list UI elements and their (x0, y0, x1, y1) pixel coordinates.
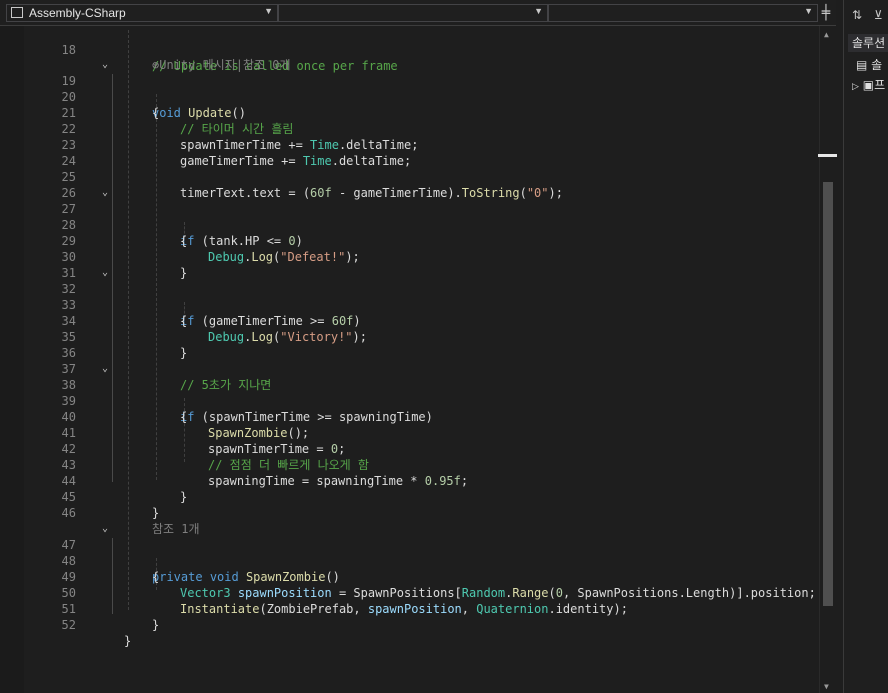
fold-chevron-icon[interactable]: ⌄ (102, 265, 114, 281)
code-line: 40 SpawnZombie(); (24, 393, 819, 440)
sync-icon[interactable]: ⇅ (852, 8, 862, 22)
code-line: 37 // 5초가 지나면 (24, 345, 819, 392)
tree-item-project[interactable]: ▷ ▣프 (852, 76, 885, 93)
code-line: 18 // Update is called once per frame (24, 26, 819, 73)
fold-chevron-icon[interactable]: ⌄ (102, 361, 114, 377)
project-dropdown[interactable]: Assembly-CSharp ▼ (6, 4, 278, 22)
code-line: 22 spawnTimerTime += Time.deltaTime; (24, 105, 819, 152)
code-line: 45 } (24, 473, 819, 520)
code-line: 46 (24, 489, 819, 520)
code-line: 20 { (24, 73, 819, 120)
code-line: 21 // 타이머 시간 흘림 (24, 89, 819, 136)
code-line: 19 ⌄ void Update() (24, 57, 819, 120)
codelens-hint[interactable]: 참조 1개 (24, 505, 819, 536)
chevron-down-icon: ▼ (534, 6, 543, 16)
project-dropdown-label: Assembly-CSharp (29, 6, 126, 20)
code-line: 33 { (24, 281, 819, 328)
code-line: 27 ⌄ if (tank.HP <= 0) (24, 185, 819, 248)
code-text: } (152, 618, 160, 632)
project-icon: ▣ (862, 78, 875, 92)
solution-icon: ▤ (856, 58, 868, 72)
code-line: 26 (24, 169, 819, 200)
code-line: 52 } (24, 601, 819, 648)
code-line: 36 (24, 329, 819, 360)
code-line: 29 Debug.Log("Defeat!"); (24, 217, 819, 264)
codelens-hint[interactable]: ⊛Unity 메시지|참조 0개 (24, 41, 819, 72)
code-text: } (124, 634, 132, 648)
code-line: 50 Instantiate(ZombiePrefab, spawnPositi… (24, 569, 819, 616)
tree-item-solution[interactable]: ▤ 솔 (856, 56, 882, 73)
code-line: 28 { (24, 201, 819, 248)
fold-chevron-icon[interactable]: ⌄ (102, 521, 114, 537)
code-line: 30 } (24, 233, 819, 280)
fold-chevron-icon[interactable]: ⌄ (102, 185, 114, 201)
code-line: 47 ⌄ private void SpawnZombie() (24, 521, 819, 584)
code-line: 49 Vector3 spawnPosition = SpawnPosition… (24, 553, 819, 600)
member-dropdown[interactable]: ▼ (548, 4, 818, 22)
split-window-button[interactable]: ╪ (818, 5, 834, 21)
code-line: 51 } (24, 585, 819, 632)
scroll-up-icon[interactable]: ▲ (824, 30, 829, 39)
chevron-down-icon: ▼ (264, 6, 273, 16)
solution-search-box[interactable]: 솔루션 (848, 34, 888, 52)
expand-arrow-icon[interactable]: ▷ (852, 82, 859, 92)
filter-icon[interactable]: ⊻ (874, 8, 883, 22)
code-line: 43 spawningTime = spawningTime * 0.95f; (24, 441, 819, 488)
code-line: 39 { (24, 377, 819, 424)
code-line: 48 { (24, 537, 819, 584)
solution-explorer-panel: ⇅ ⊻ 솔루션 ▤ 솔 ▷ ▣프 (843, 0, 888, 693)
fold-chevron-icon[interactable]: ⌄ (102, 57, 114, 73)
code-line: 44 } (24, 457, 819, 504)
code-line: 34 Debug.Log("Victory!"); (24, 297, 819, 344)
code-line: 24 (24, 137, 819, 168)
caret-position-marker (818, 154, 837, 157)
vertical-scrollbar[interactable]: ▲ ▼ (818, 26, 837, 693)
tree-item-label: 솔 (871, 58, 883, 72)
code-line: 42 // 점점 더 빠르게 나오게 함 (24, 425, 819, 472)
scrollbar-thumb[interactable] (823, 182, 833, 606)
csharp-project-icon (11, 7, 23, 18)
code-line: 35 } (24, 313, 819, 360)
code-line: 23 gameTimerTime += Time.deltaTime; (24, 121, 819, 168)
code-line: 31 (24, 249, 819, 280)
scroll-down-icon[interactable]: ▼ (824, 682, 829, 691)
code-line: 41 spawnTimerTime = 0; (24, 409, 819, 456)
navigation-bar: Assembly-CSharp ▼ ▼ ▼ ╪ (0, 0, 836, 26)
tree-item-label: 프 (874, 78, 886, 92)
glyph-margin (0, 26, 24, 693)
code-line: 38 ⌄ if (spawnTimerTime >= spawningTime) (24, 361, 819, 424)
chevron-down-icon: ▼ (804, 6, 813, 16)
class-dropdown[interactable]: ▼ (278, 4, 548, 22)
code-line: 25 timerText.text = (60f - gameTimerTime… (24, 153, 819, 200)
line-number: 52 (61, 618, 76, 632)
code-line: 32 ⌄ if (gameTimerTime >= 60f) (24, 265, 819, 328)
code-editor[interactable]: 18 // Update is called once per frame ⊛U… (24, 26, 819, 693)
